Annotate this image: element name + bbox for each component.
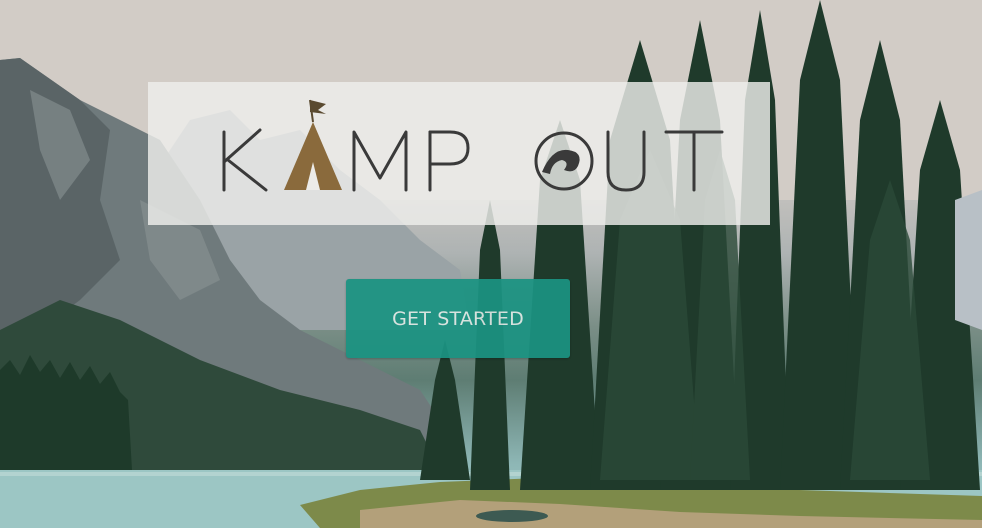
get-started-button[interactable]: GET STARTED (346, 279, 570, 358)
tent-icon (284, 99, 342, 190)
wave-icon (534, 131, 594, 191)
hero-background-image (0, 0, 982, 528)
kampout-logo-icon (222, 99, 724, 192)
landscape-illustration (0, 0, 982, 528)
logo-banner: KAMP OUT (148, 82, 770, 225)
